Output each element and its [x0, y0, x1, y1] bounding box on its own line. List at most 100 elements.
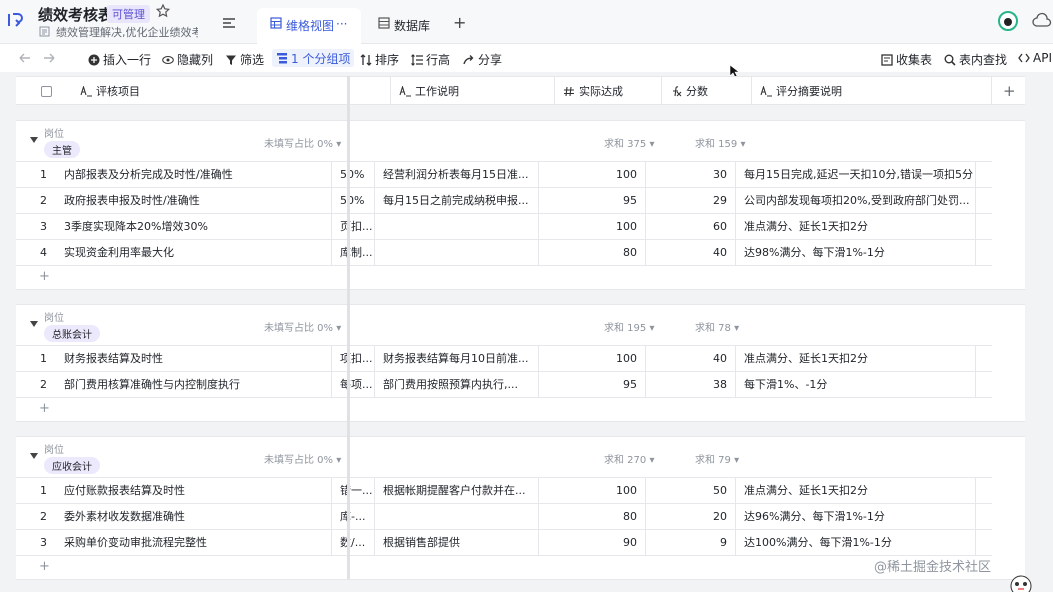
column-header-summary[interactable]: 评分摘要说明 [752, 77, 992, 105]
cell-score[interactable]: 40 [646, 346, 736, 371]
star-icon[interactable] [156, 4, 170, 18]
add-row-button[interactable]: + [16, 397, 992, 423]
collapse-sidebar-icon[interactable] [6, 11, 24, 29]
cell-no[interactable]: 2 [16, 188, 56, 213]
cell-hidden[interactable]: 50% [332, 162, 375, 187]
cell-item[interactable]: 政府报表申报及时性/准确性 [56, 188, 332, 213]
api-button[interactable]: API [1018, 51, 1052, 65]
cell-work[interactable]: 部门费用按照预算内执行,... [375, 372, 539, 397]
cell-item[interactable]: 应付账款报表结算及时性 [56, 478, 332, 503]
cell-summary[interactable]: 准点满分、延长1天扣2分 [736, 478, 976, 503]
cell-actual[interactable]: 80 [539, 240, 646, 265]
cell-item[interactable]: 部门费用核算准确性与内控制度执行 [56, 372, 332, 397]
cell-score[interactable]: 40 [646, 240, 736, 265]
cell-score[interactable]: 60 [646, 214, 736, 239]
group-sum-score[interactable]: 求和 79 ▾ [695, 451, 739, 466]
cell-actual[interactable]: 95 [539, 372, 646, 397]
avatar[interactable] [998, 11, 1018, 31]
cell-item[interactable]: 采购单价变动审批流程完整性 [56, 530, 332, 555]
cell-actual[interactable]: 80 [539, 504, 646, 529]
cell-summary[interactable]: 每月15日完成,延迟一天扣10分,错误一项扣5分 [736, 162, 976, 187]
cell-summary[interactable]: 公司内部发现每项扣20%,受到政府部门处罚... [736, 188, 976, 213]
table-row[interactable]: 4 实现资金利用率最大化 库制... 80 40 达98%满分、每下滑1%-1分 [16, 239, 992, 265]
cell-hidden[interactable]: 库制... [332, 240, 375, 265]
find-button[interactable]: 表内查找 [944, 51, 1007, 68]
column-header-hidden[interactable] [348, 77, 391, 105]
cell-score[interactable]: 50 [646, 478, 736, 503]
cell-work[interactable]: 经营利润分析表每月15日准... [375, 162, 539, 187]
cell-hidden[interactable]: 库-... [332, 504, 375, 529]
cell-hidden[interactable]: 50% [332, 188, 375, 213]
add-tab-button[interactable]: + [453, 13, 466, 32]
group-sum-actual[interactable]: 求和 195 ▾ [604, 319, 654, 334]
cell-item[interactable]: 3季度实现降本20%增效30% [56, 214, 332, 239]
tab-more-icon[interactable]: ··· [336, 17, 347, 31]
share-button[interactable]: 分享 [463, 51, 502, 68]
cell-item[interactable]: 委外素材收发数据准确性 [56, 504, 332, 529]
cell-no[interactable]: 3 [16, 214, 56, 239]
undo-icon[interactable] [18, 52, 32, 64]
column-header-item[interactable]: 评核项目 [72, 77, 348, 105]
cell-score[interactable]: 29 [646, 188, 736, 213]
redo-icon[interactable] [42, 52, 56, 64]
cell-work[interactable] [375, 240, 539, 265]
table-row[interactable]: 2 部门费用核算准确性与内控制度执行 每项... 部门费用按照预算内执行,... 95 3… [16, 371, 992, 397]
cell-summary[interactable]: 每下滑1%、-1分 [736, 372, 976, 397]
cell-score[interactable]: 38 [646, 372, 736, 397]
cell-score[interactable]: 20 [646, 504, 736, 529]
cell-work[interactable]: 根据帐期提醒客户付款并在... [375, 478, 539, 503]
column-header-score[interactable]: 分数 [662, 77, 752, 105]
cell-hidden[interactable]: 错一... [332, 478, 375, 503]
cell-summary[interactable]: 达100%满分、每下滑1%-1分 [736, 530, 976, 555]
collapse-group-icon[interactable] [30, 137, 38, 143]
cell-no[interactable]: 2 [16, 372, 56, 397]
sheet-description[interactable]: 绩效管理解决,优化企业绩效考... [56, 24, 198, 40]
tab-grid-view-label[interactable]: 维格视图 [286, 17, 334, 34]
cell-hidden[interactable]: 项扣... [332, 346, 375, 371]
cell-actual[interactable]: 95 [539, 188, 646, 213]
table-row[interactable]: 1 财务报表结算及时性 项扣... 财务报表结算每月10日前准... 100 40 准点满分… [16, 345, 992, 371]
hide-columns-button[interactable]: 隐藏列 [162, 51, 213, 68]
cell-no[interactable]: 3 [16, 530, 56, 555]
table-row[interactable]: 3 采购单价变动审批流程完整性 数/... 根据销售部提供 90 9 达100%满分、每下滑… [16, 529, 992, 555]
cell-no[interactable]: 1 [16, 346, 56, 371]
menu-icon[interactable] [222, 17, 236, 29]
row-height-button[interactable]: 行高 [411, 51, 450, 68]
cell-score[interactable]: 30 [646, 162, 736, 187]
cell-hidden[interactable]: 数/... [332, 530, 375, 555]
cell-no[interactable]: 1 [16, 478, 56, 503]
cell-no[interactable]: 4 [16, 240, 56, 265]
cell-work[interactable]: 财务报表结算每月10日前准... [375, 346, 539, 371]
table-row[interactable]: 1 应付账款报表结算及时性 错一... 根据帐期提醒客户付款并在... 100 50 准点满… [16, 477, 992, 503]
cell-actual[interactable]: 90 [539, 530, 646, 555]
column-header-actual[interactable]: 实际达成 [555, 77, 662, 105]
cell-summary[interactable]: 达98%满分、每下滑1%-1分 [736, 240, 976, 265]
group-fill-ratio[interactable]: 未填写占比 0% ▾ [264, 451, 341, 466]
cell-no[interactable]: 2 [16, 504, 56, 529]
cell-actual[interactable]: 100 [539, 214, 646, 239]
group-sum-score[interactable]: 求和 78 ▾ [695, 319, 739, 334]
group-sum-actual[interactable]: 求和 375 ▾ [604, 135, 654, 150]
table-row[interactable]: 2 政府报表申报及时性/准确性 50% 每月15日之前完成纳税申报... 95 29 公司内… [16, 187, 992, 213]
table-row[interactable]: 1 内部报表及分析完成及时性/准确性 50% 经营利润分析表每月15日准... 100 3… [16, 161, 992, 187]
add-row-button[interactable]: + [16, 555, 992, 581]
filter-button[interactable]: 筛选 [225, 51, 264, 68]
form-button[interactable]: 收集表 [881, 51, 932, 68]
cell-work[interactable] [375, 504, 539, 529]
sheet-title[interactable]: 绩效考核表 [38, 4, 113, 25]
cell-score[interactable]: 9 [646, 530, 736, 555]
collapse-group-icon[interactable] [30, 321, 38, 327]
group-fill-ratio[interactable]: 未填写占比 0% ▾ [264, 135, 341, 150]
collapse-group-icon[interactable] [30, 453, 38, 459]
cell-item[interactable]: 内部报表及分析完成及时性/准确性 [56, 162, 332, 187]
cell-item[interactable]: 实现资金利用率最大化 [56, 240, 332, 265]
group-sum-actual[interactable]: 求和 270 ▾ [604, 451, 654, 466]
add-column-button[interactable]: + [992, 77, 1025, 105]
group-button[interactable]: 1 个分组项 [272, 49, 355, 67]
group-sum-score[interactable]: 求和 159 ▾ [695, 135, 745, 150]
cell-summary[interactable]: 准点满分、延长1天扣2分 [736, 214, 976, 239]
cell-summary[interactable]: 达96%满分、每下滑1%-1分 [736, 504, 976, 529]
sort-button[interactable]: 排序 [360, 51, 399, 68]
table-row[interactable]: 2 委外素材收发数据准确性 库-... 80 20 达96%满分、每下滑1%-1分 [16, 503, 992, 529]
cell-summary[interactable]: 准点满分、延长1天扣2分 [736, 346, 976, 371]
